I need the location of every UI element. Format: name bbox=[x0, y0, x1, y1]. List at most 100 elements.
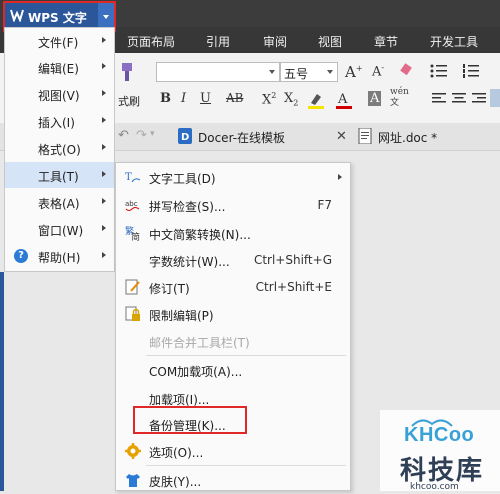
menu-item-label: 字数统计(W)... bbox=[149, 255, 230, 269]
menu-item-com-addins[interactable]: COM加载项(A)... bbox=[116, 356, 350, 384]
highlight-color-icon[interactable] bbox=[308, 91, 324, 109]
tab-page-layout[interactable]: 页面布局 bbox=[127, 33, 175, 50]
font-color-icon[interactable]: A bbox=[336, 91, 352, 109]
menu-item-label: 帮助(H) bbox=[38, 251, 81, 265]
menu-item-word-count[interactable]: 字数统计(W)... Ctrl+Shift+G bbox=[116, 246, 350, 274]
menu-item-text-tools[interactable]: T 文字工具(D) bbox=[116, 163, 350, 191]
superscript-icon[interactable]: X2 bbox=[262, 91, 276, 107]
svg-text:D: D bbox=[181, 132, 189, 143]
shrink-font-icon[interactable]: A- bbox=[372, 63, 384, 79]
underline-icon[interactable]: U bbox=[200, 91, 211, 106]
grow-font-icon[interactable]: A+ bbox=[345, 63, 363, 81]
app-main-menu: 文件(F) 编辑(E) 视图(V) 插入(I) 格式(O) 工具(T) 表格(A… bbox=[4, 27, 115, 272]
chevron-right-icon bbox=[102, 171, 106, 177]
menu-item-label: 插入(I) bbox=[38, 116, 75, 130]
chevron-right-icon bbox=[102, 37, 106, 43]
khcoo-watermark: KHCoo 科技库 khcoo.com bbox=[380, 410, 500, 492]
svg-text:abc: abc bbox=[125, 200, 138, 208]
tab-review[interactable]: 审阅 bbox=[263, 33, 287, 50]
tab-developer-tools[interactable]: 开发工具 bbox=[430, 33, 478, 50]
menu-item-label: COM加载项(A)... bbox=[149, 365, 243, 379]
align-left-icon[interactable] bbox=[432, 93, 446, 105]
menu-item-label: 皮肤(Y)... bbox=[149, 475, 202, 489]
chinese-conversion-icon: 繁 简 bbox=[125, 225, 140, 241]
menu-item-label: 选项(O)... bbox=[149, 446, 204, 460]
menu-item-label: 拼写检查(S)... bbox=[149, 200, 226, 214]
menu-item-label: 邮件合并工具栏(T) bbox=[149, 336, 250, 350]
format-painter-label[interactable]: 式刷 bbox=[118, 93, 140, 109]
tab-chapter[interactable]: 章节 bbox=[374, 33, 398, 50]
tab-docer-online-templates[interactable]: D Docer-在线模板 ✕ bbox=[178, 127, 348, 149]
format-painter-icon[interactable] bbox=[116, 61, 136, 83]
gear-icon bbox=[125, 443, 141, 459]
align-center-icon[interactable] bbox=[452, 93, 466, 105]
spell-check-icon: abc bbox=[125, 200, 140, 211]
menu-item-track-changes[interactable]: 修订(T) Ctrl+Shift+E bbox=[116, 273, 350, 301]
menu-item-help[interactable]: ? 帮助(H) bbox=[5, 243, 114, 269]
side-strip bbox=[0, 272, 4, 491]
menu-item-format[interactable]: 格式(O) bbox=[5, 135, 114, 161]
highlight-box-backup-management bbox=[133, 406, 247, 434]
menu-item-file[interactable]: 文件(F) bbox=[5, 28, 114, 54]
svg-text:A: A bbox=[337, 92, 348, 107]
menu-item-label: 限制编辑(P) bbox=[149, 309, 214, 323]
chevron-right-icon bbox=[102, 225, 106, 231]
chevron-right-icon bbox=[102, 63, 106, 69]
menu-item-label: 修订(T) bbox=[149, 282, 190, 296]
font-name-select[interactable] bbox=[156, 62, 280, 82]
menu-item-label: 文件(F) bbox=[38, 36, 79, 50]
menu-item-insert[interactable]: 插入(I) bbox=[5, 108, 114, 134]
tab-document[interactable]: 网址.doc * bbox=[358, 127, 500, 149]
tab-label: Docer-在线模板 bbox=[198, 131, 286, 145]
bullet-list-icon[interactable] bbox=[430, 63, 448, 79]
menu-item-shortcut: Ctrl+Shift+G bbox=[253, 253, 332, 267]
chevron-right-icon bbox=[102, 144, 106, 150]
numbered-list-icon[interactable] bbox=[462, 63, 480, 79]
font-size-select[interactable]: 五号 bbox=[280, 62, 338, 82]
menu-item-mail-merge-toolbar: 邮件合并工具栏(T) bbox=[116, 327, 350, 355]
menu-item-table[interactable]: 表格(A) bbox=[5, 189, 114, 215]
help-icon: ? bbox=[14, 249, 28, 263]
chevron-right-icon bbox=[102, 117, 106, 123]
tab-label: 网址.doc * bbox=[378, 131, 438, 145]
track-changes-icon bbox=[125, 279, 140, 295]
menu-item-view[interactable]: 视图(V) bbox=[5, 81, 114, 107]
char-shading-icon[interactable]: A bbox=[368, 91, 382, 106]
bold-icon[interactable]: B bbox=[160, 91, 171, 106]
menu-item-skin[interactable]: 皮肤(Y)... bbox=[116, 466, 350, 494]
menu-item-label: 格式(O) bbox=[38, 143, 81, 157]
menu-item-label: 窗口(W) bbox=[38, 224, 84, 238]
document-icon bbox=[358, 128, 372, 144]
menu-item-tools[interactable]: 工具(T) bbox=[5, 162, 114, 188]
menu-item-edit[interactable]: 编辑(E) bbox=[5, 54, 114, 80]
font-size-value: 五号 bbox=[284, 67, 309, 81]
menu-item-spell-check[interactable]: abc 拼写检查(S)... F7 bbox=[116, 191, 350, 219]
chevron-right-icon bbox=[338, 174, 342, 180]
redo-icon[interactable]: ↷ bbox=[136, 128, 147, 143]
subscript-icon[interactable]: X2 bbox=[284, 91, 298, 108]
svg-text:简: 简 bbox=[131, 231, 140, 241]
phonetic-guide-icon[interactable]: wén 文 bbox=[390, 87, 409, 109]
chevron-right-icon bbox=[102, 198, 106, 204]
menu-item-label: 表格(A) bbox=[38, 197, 80, 211]
menu-item-shortcut: F7 bbox=[317, 198, 332, 212]
strikethrough-icon[interactable]: AB bbox=[226, 91, 243, 105]
menu-item-chinese-conversion[interactable]: 繁 简 中文简繁转换(N)... bbox=[116, 219, 350, 247]
menu-item-window[interactable]: 窗口(W) bbox=[5, 216, 114, 242]
svg-text:T: T bbox=[125, 172, 132, 183]
clear-format-icon[interactable] bbox=[398, 63, 414, 79]
menu-item-options[interactable]: 选项(O)... bbox=[116, 437, 350, 465]
tab-view[interactable]: 视图 bbox=[318, 33, 342, 50]
close-icon[interactable]: ✕ bbox=[336, 129, 347, 144]
justify-icon[interactable] bbox=[490, 89, 500, 107]
lock-icon bbox=[125, 306, 140, 321]
menu-item-restrict-editing[interactable]: 限制编辑(P) bbox=[116, 300, 350, 328]
menu-item-label: 文字工具(D) bbox=[149, 172, 216, 186]
docer-icon: D bbox=[178, 128, 192, 144]
italic-icon[interactable]: I bbox=[181, 91, 186, 106]
chevron-down-icon[interactable]: ▾ bbox=[150, 129, 155, 139]
tab-references[interactable]: 引用 bbox=[206, 33, 230, 50]
menu-item-label: 编辑(E) bbox=[38, 62, 79, 76]
align-right-icon[interactable] bbox=[472, 93, 486, 105]
undo-icon[interactable]: ↶ bbox=[118, 128, 129, 143]
